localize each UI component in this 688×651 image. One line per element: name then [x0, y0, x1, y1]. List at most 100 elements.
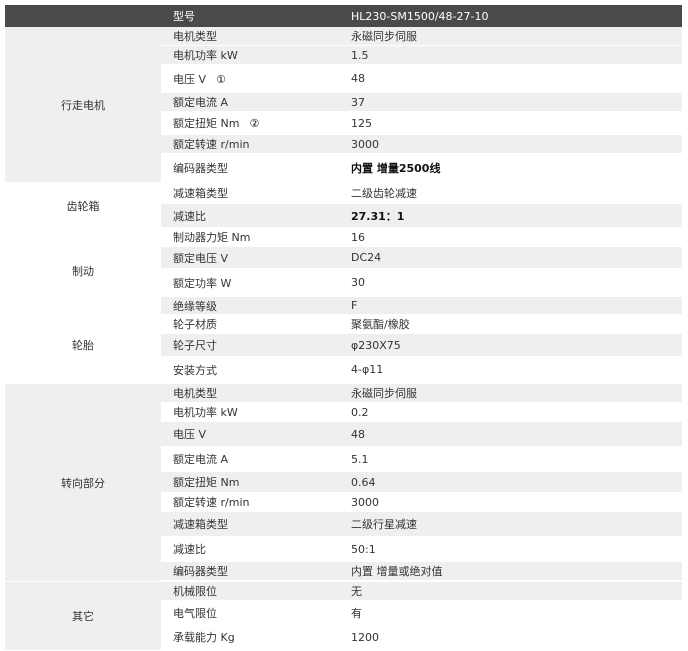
- row-label: 额定功率 W: [173, 276, 232, 290]
- group-label-gearbox: 齿轮箱: [5, 183, 161, 228]
- table-row: 额定扭矩 Nm ② 125: [161, 112, 682, 135]
- row-value: 37: [351, 95, 365, 109]
- row-label: 额定扭矩 Nm: [173, 117, 240, 130]
- row-value: 3000: [351, 495, 379, 509]
- table-row: 承载能力 Kg 1200: [161, 625, 682, 650]
- table-row: 额定转速 r/min 3000: [161, 493, 682, 512]
- row-value: 4-φ11: [351, 363, 384, 376]
- row-label: 安装方式: [173, 363, 217, 377]
- row-value: 48: [351, 72, 365, 85]
- row-value: 内置 增量或绝对值: [351, 565, 443, 578]
- group-label-brake: 制动: [5, 228, 161, 313]
- row-value: 5.1: [351, 452, 369, 466]
- row-label: 轮子材质: [173, 318, 217, 331]
- table-row: 额定电流 A 5.1: [161, 447, 682, 472]
- header-model-value: HL230-SM1500/48-27-10: [351, 9, 489, 23]
- table-row: 电机功率 kW 1.5: [161, 46, 682, 65]
- row-label: 额定电流 A: [173, 96, 229, 109]
- table-row: 电压 V 48: [161, 422, 682, 447]
- row-value: 0.2: [351, 405, 369, 419]
- table-row: 电压 V ① 48: [161, 65, 682, 93]
- group-other: 其它 机械限位 无 电气限位 有 承载能力 Kg 1200: [5, 582, 682, 651]
- row-label: 额定扭矩 Nm: [173, 476, 240, 489]
- row-value: 无: [351, 585, 362, 598]
- table-row: 机械限位 无: [161, 582, 682, 601]
- table-row: 额定功率 W 30: [161, 269, 682, 297]
- row-label: 减速比: [173, 209, 206, 223]
- spec-table: 型号 HL230-SM1500/48-27-10 行走电机 电机类型 永磁同步伺…: [5, 5, 682, 651]
- table-row: 电机功率 kW 0.2: [161, 403, 682, 422]
- row-value: 二级齿轮减速: [351, 187, 417, 200]
- group-label-other: 其它: [5, 582, 161, 650]
- table-row: 减速箱类型 二级齿轮减速: [161, 183, 682, 204]
- row-value: 1200: [351, 630, 379, 644]
- row-label: 减速箱类型: [173, 518, 228, 531]
- row-value: φ230X75: [351, 338, 401, 352]
- row-label: 电机功率 kW: [173, 406, 238, 419]
- row-value: 聚氨酯/橡胶: [351, 318, 410, 331]
- row-value: 永磁同步伺服: [351, 387, 417, 400]
- row-label: 减速箱类型: [173, 187, 228, 200]
- row-label: 制动器力矩 Nm: [173, 231, 251, 244]
- row-value: DC24: [351, 251, 382, 264]
- table-row: 减速箱类型 二级行星减速: [161, 512, 682, 537]
- table-row: 额定转速 r/min 3000: [161, 135, 682, 154]
- row-label: 编码器类型: [173, 565, 228, 578]
- row-value: 48: [351, 427, 365, 441]
- table-row: 额定扭矩 Nm 0.64: [161, 472, 682, 493]
- row-label: 电气限位: [173, 606, 217, 620]
- row-value: F: [351, 299, 358, 312]
- table-header: 型号 HL230-SM1500/48-27-10: [5, 5, 682, 27]
- group-drive-motor: 行走电机 电机类型 永磁同步伺服 电机功率 kW 1.5 电压 V ① 48 额定…: [5, 27, 682, 183]
- row-value: 有: [351, 606, 362, 620]
- table-row: 轮子材质 聚氨酯/橡胶: [161, 315, 682, 334]
- group-gearbox-brake-tire: 齿轮箱 制动 轮胎 减速箱类型 二级齿轮减速 减速比 27.31：1 制动器力矩…: [5, 183, 682, 384]
- row-value: 30: [351, 276, 365, 289]
- group-label-drive-motor: 行走电机: [5, 27, 161, 182]
- row-value: 1.5: [351, 48, 369, 62]
- row-label: 轮子尺寸: [173, 339, 217, 352]
- row-label: 电压 V: [173, 428, 207, 441]
- row-value: 50:1: [351, 542, 376, 556]
- row-label: 额定转速 r/min: [173, 138, 250, 151]
- table-row: 减速比 50:1: [161, 537, 682, 562]
- row-label: 额定电压 V: [173, 251, 229, 265]
- row-value: 125: [351, 116, 372, 130]
- row-value: 0.64: [351, 475, 376, 489]
- row-value: 16: [351, 230, 365, 244]
- group-label-steering: 转向部分: [5, 384, 161, 581]
- row-label: 电机类型: [173, 30, 217, 43]
- row-label: 机械限位: [173, 585, 217, 598]
- row-label: 电机功率 kW: [173, 49, 238, 62]
- footnote-mark-1: ①: [216, 72, 226, 86]
- group-label-tire: 轮胎: [5, 313, 161, 377]
- table-row: 编码器类型 内置 增量2500线: [161, 154, 682, 182]
- group-steering: 转向部分 电机类型 永磁同步伺服 电机功率 kW 0.2 电压 V 48 额定电…: [5, 384, 682, 582]
- row-label: 额定电流 A: [173, 453, 229, 466]
- table-row: 电机类型 永磁同步伺服: [161, 384, 682, 403]
- header-model-label: 型号: [173, 10, 195, 23]
- footnote-mark-2: ②: [249, 117, 260, 130]
- table-row: 电气限位 有: [161, 601, 682, 625]
- table-row: 安装方式 4-φ11: [161, 357, 682, 383]
- row-value: 永磁同步伺服: [351, 30, 417, 43]
- table-row: 减速比 27.31：1: [161, 204, 682, 228]
- table-row: 绝缘等级 F: [161, 297, 682, 315]
- row-label: 电压 V: [173, 72, 207, 86]
- row-label: 编码器类型: [173, 161, 228, 175]
- table-row: 编码器类型 内置 增量或绝对值: [161, 562, 682, 581]
- row-value: 27.31：1: [351, 209, 405, 223]
- row-label: 绝缘等级: [173, 299, 217, 313]
- table-row: 额定电流 A 37: [161, 93, 682, 112]
- table-row: 额定电压 V DC24: [161, 247, 682, 269]
- row-label: 承载能力 Kg: [173, 631, 235, 644]
- row-label: 减速比: [173, 543, 206, 556]
- table-row: 轮子尺寸 φ230X75: [161, 334, 682, 357]
- row-label: 电机类型: [173, 387, 217, 400]
- row-value: 二级行星减速: [351, 518, 417, 531]
- table-row: 制动器力矩 Nm 16: [161, 228, 682, 247]
- table-row: 电机类型 永磁同步伺服: [161, 27, 682, 46]
- row-label: 额定转速 r/min: [173, 496, 250, 509]
- row-value: 3000: [351, 137, 379, 151]
- row-value: 内置 增量2500线: [351, 161, 441, 175]
